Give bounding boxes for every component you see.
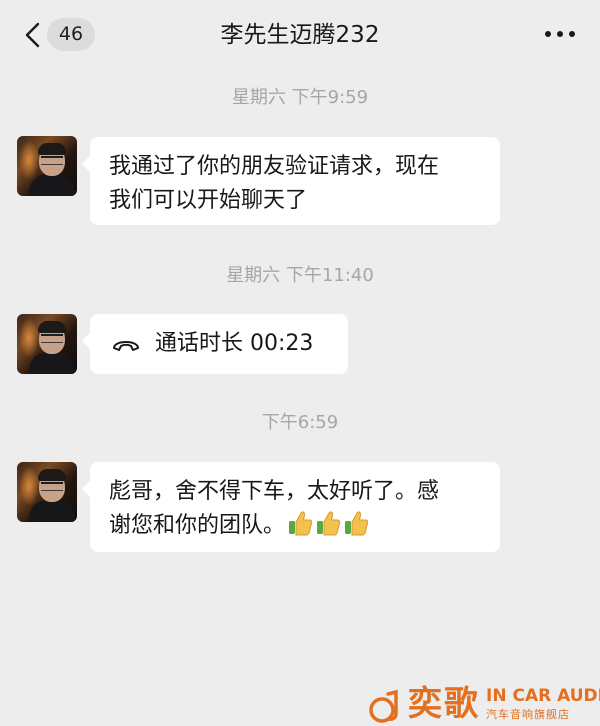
message-line: 谢您和你的团队。: [109, 513, 286, 538]
avatar[interactable]: [17, 462, 77, 522]
message-line: 我们可以开始聊天了: [109, 188, 308, 213]
top-bar: 46 李先生迈腾232: [0, 0, 600, 72]
message-bubble-text[interactable]: 彪哥，舍不得下车，太好听了。感 谢您和你的团队。: [82, 462, 500, 552]
watermark-logo: 奕歌 IN CAR AUDIO 汽车音响旗舰店: [364, 666, 600, 726]
call-duration-text: 通话时长 00:23: [155, 331, 314, 356]
chat-title: 李先生迈腾232: [220, 22, 380, 48]
avatar[interactable]: [17, 314, 77, 374]
message-bubble-text[interactable]: 我通过了你的朋友验证请求，现在 我们可以开始聊天了: [82, 137, 500, 225]
watermark-brand-en: IN CAR AUDIO: [486, 686, 600, 706]
phone-handset-icon: [113, 341, 139, 351]
watermark-brand-cn: 奕歌: [408, 684, 480, 724]
watermark-brand-sub: 汽车音响旗舰店: [486, 708, 570, 721]
brand-logo-icon: [369, 689, 398, 723]
message-line: 我通过了你的朋友验证请求，现在: [109, 154, 440, 179]
thumbs-up-icon: [317, 511, 341, 536]
timestamp: 星期六 下午11:40: [226, 265, 374, 286]
message-line: 彪哥，舍不得下车，太好听了。感: [109, 479, 440, 504]
thumbs-up-icon: [345, 511, 369, 536]
avatar[interactable]: [17, 136, 77, 196]
timestamp: 星期六 下午9:59: [231, 87, 369, 108]
thumbs-up-icon: [289, 511, 313, 536]
call-record-bubble[interactable]: 通话时长 00:23: [82, 314, 348, 374]
timestamp: 下午6:59: [261, 412, 339, 433]
more-icon[interactable]: [544, 28, 576, 40]
unread-count-badge[interactable]: 46: [47, 18, 95, 51]
back-chevron-icon[interactable]: [22, 22, 44, 48]
